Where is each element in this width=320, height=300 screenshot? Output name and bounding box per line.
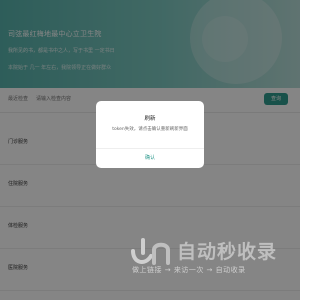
confirm-button[interactable]: 确认: [96, 149, 204, 168]
watermark-logo-icon: [131, 238, 170, 265]
watermark-subtext: 做上链接 → 来访一次 → 自动收录: [132, 266, 246, 274]
dialog-message: token失效，请点击确认重新刷新界面: [112, 127, 188, 132]
watermark: 自动秒收录 做上链接 → 来访一次 → 自动收录: [130, 236, 285, 286]
refresh-dialog: 刷新 token失效，请点击确认重新刷新界面 确认: [96, 101, 204, 168]
watermark-text: 自动秒收录: [177, 241, 278, 263]
dialog-title: 刷新: [144, 116, 156, 122]
